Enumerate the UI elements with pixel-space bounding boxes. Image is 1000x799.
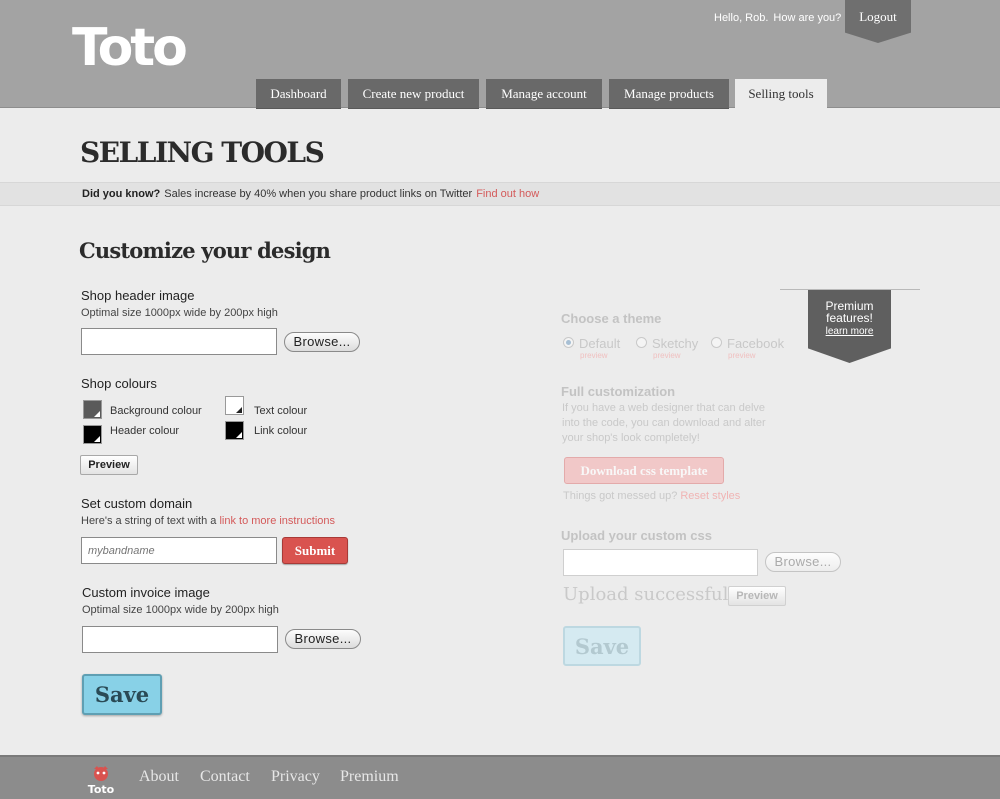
- premium-save-button[interactable]: Save: [563, 626, 641, 666]
- footer-logo-text: Toto: [88, 783, 115, 795]
- invoice-image-field[interactable]: [82, 626, 278, 653]
- logout-button[interactable]: Logout: [845, 0, 911, 43]
- background-colour-swatch[interactable]: [83, 400, 102, 419]
- custom-domain-hint: Here's a string of text with a link to m…: [81, 515, 335, 527]
- tab-create-new-product[interactable]: Create new product: [348, 79, 479, 109]
- reset-note-text: Things got messed up?: [563, 490, 678, 502]
- theme-sketchy-label: Sketchy: [652, 336, 699, 351]
- footer-link-premium[interactable]: Premium: [340, 768, 399, 786]
- greeting-question: How are you?: [773, 12, 842, 24]
- footer-link-contact[interactable]: Contact: [200, 768, 250, 786]
- header-image-label: Shop header image: [81, 288, 195, 303]
- colours-preview-button[interactable]: Preview: [80, 455, 138, 475]
- link-colour-swatch[interactable]: [225, 421, 244, 440]
- footer: Toto About Contact Privacy Premium: [0, 755, 1000, 799]
- tip-prefix: Did you know?: [82, 188, 161, 200]
- learn-more-link[interactable]: learn more: [808, 326, 891, 338]
- full-customization-desc: If you have a web designer that can delv…: [562, 402, 766, 444]
- header-image-browse-button[interactable]: Browse...: [284, 332, 360, 352]
- invoice-image-hint: Optimal size 1000px wide by 200px high: [82, 604, 279, 616]
- theme-default-label: Default: [579, 336, 621, 351]
- theme-facebook-radio[interactable]: [711, 337, 722, 348]
- tip-bar: Did you know? Sales increase by 40% when …: [0, 182, 1000, 206]
- tab-manage-products[interactable]: Manage products: [609, 79, 729, 109]
- top-header: Toto Hello, Rob. How are you? Logout Dash…: [0, 0, 1000, 109]
- reset-styles-link[interactable]: Reset styles: [680, 490, 740, 502]
- premium-features-badge[interactable]: Premium features! learn more: [808, 290, 891, 363]
- theme-sketchy-preview-link[interactable]: preview: [653, 351, 681, 360]
- footer-logo[interactable]: Toto: [84, 765, 118, 796]
- header-colour-swatch[interactable]: [83, 425, 102, 444]
- toto-logo[interactable]: Toto: [72, 22, 188, 74]
- theme-sketchy-radio[interactable]: [636, 337, 647, 348]
- text-colour-label: Text colour: [254, 405, 308, 417]
- tip-text: Sales increase by 40% when you share pro…: [164, 188, 473, 200]
- theme-default-radio[interactable]: [563, 337, 574, 348]
- theme-facebook-label: Facebook: [727, 336, 785, 351]
- instructions-link[interactable]: link to more instructions: [219, 515, 335, 527]
- greeting-text: Hello, Rob.: [714, 12, 769, 24]
- invoice-image-label: Custom invoice image: [82, 585, 210, 600]
- upload-preview-button[interactable]: Preview: [728, 586, 786, 606]
- upload-css-browse-button[interactable]: Browse...: [765, 552, 841, 572]
- tab-dashboard[interactable]: Dashboard: [256, 79, 341, 109]
- upload-status: Upload successful!: [563, 584, 736, 605]
- download-css-template-button[interactable]: Download css template: [564, 457, 724, 484]
- find-out-how-link[interactable]: Find out how: [476, 188, 539, 200]
- upload-css-label: Upload your custom css: [561, 528, 712, 543]
- tab-manage-account[interactable]: Manage account: [486, 79, 602, 109]
- upload-css-field[interactable]: [563, 549, 758, 576]
- custom-domain-label: Set custom domain: [81, 496, 193, 511]
- save-button[interactable]: Save: [82, 674, 162, 715]
- footer-mascot-icon: Toto: [88, 766, 115, 796]
- reset-note: Things got messed up? Reset styles: [563, 490, 740, 502]
- background-colour-label: Background colour: [110, 405, 202, 417]
- header-image-field[interactable]: [81, 328, 277, 355]
- invoice-image-browse-button[interactable]: Browse...: [285, 629, 361, 649]
- custom-domain-input[interactable]: [81, 537, 277, 564]
- customize-title: Customize your design: [79, 238, 331, 263]
- theme-facebook-preview-link[interactable]: preview: [728, 351, 756, 360]
- theme-default-preview-link[interactable]: preview: [580, 351, 608, 360]
- header-colour-label: Header colour: [110, 425, 180, 437]
- link-colour-label: Link colour: [254, 425, 308, 437]
- premium-badge-title: Premium features!: [825, 299, 874, 325]
- submit-domain-button[interactable]: Submit: [282, 537, 348, 564]
- text-colour-swatch[interactable]: [225, 396, 244, 415]
- user-greeting: Hello, Rob. How are you?: [714, 12, 841, 24]
- footer-link-about[interactable]: About: [139, 768, 179, 786]
- choose-theme-label: Choose a theme: [561, 311, 662, 326]
- shop-colours-label: Shop colours: [81, 376, 157, 391]
- premium-badge-strap: [780, 289, 920, 290]
- header-image-hint: Optimal size 1000px wide by 200px high: [81, 307, 278, 319]
- tab-selling-tools[interactable]: Selling tools: [735, 79, 827, 109]
- footer-link-privacy[interactable]: Privacy: [271, 768, 320, 786]
- custom-domain-hint-text: Here's a string of text with a: [81, 515, 217, 527]
- full-customization-label: Full customization: [561, 384, 676, 399]
- page-title: SELLING TOOLS: [80, 136, 325, 169]
